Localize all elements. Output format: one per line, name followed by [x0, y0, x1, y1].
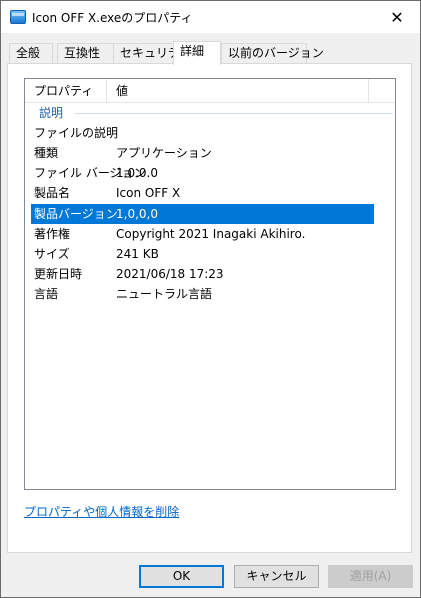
tab-compatibility[interactable]: 互換性 [57, 43, 115, 64]
property-value: 2021/06/18 17:23 [116, 267, 224, 281]
property-name: 製品名 [34, 186, 71, 200]
list-item[interactable]: 製品名 Icon OFF X [31, 183, 374, 203]
details-panel: プロパティ 値 説明 ファイルの説明 種類 アプリケーション ファイル バージョ… [7, 63, 412, 553]
window-title: Icon OFF X.exeのプロパティ [32, 11, 193, 25]
property-value: 241 KB [116, 247, 159, 261]
tab-previous-versions[interactable]: 以前のバージョン [221, 43, 324, 64]
list-item[interactable]: 言語 ニュートラル言語 [31, 284, 374, 304]
properties-window: Icon OFF X.exeのプロパティ ✕ 全般 互換性 セキュリティ 詳細 … [0, 0, 421, 598]
property-value: 1,0,0,0 [116, 207, 158, 221]
column-header-value[interactable]: 値 [107, 79, 369, 103]
details-list[interactable]: プロパティ 値 説明 ファイルの説明 種類 アプリケーション ファイル バージョ… [24, 78, 396, 490]
list-item[interactable]: ファイル バージョン 1.0.0.0 [31, 163, 374, 183]
cancel-button[interactable]: キャンセル [234, 565, 319, 588]
list-header: プロパティ 値 [25, 79, 395, 103]
property-name: 種類 [34, 146, 59, 160]
list-item[interactable]: サイズ 241 KB [31, 244, 374, 264]
property-name: 言語 [34, 287, 59, 301]
property-value: Copyright 2021 Inagaki Akihiro. [116, 227, 306, 241]
title-bar: Icon OFF X.exeのプロパティ ✕ [1, 1, 420, 33]
group-divider [75, 113, 393, 114]
property-name: サイズ [34, 247, 70, 261]
property-name: 製品バージョン [34, 207, 118, 221]
property-name: 著作権 [34, 227, 71, 241]
property-value: ニュートラル言語 [116, 287, 213, 301]
apply-button[interactable]: 適用(A) [328, 565, 413, 588]
property-name: 更新日時 [34, 267, 83, 281]
list-item[interactable]: 更新日時 2021/06/18 17:23 [31, 264, 374, 284]
property-value: 1.0.0.0 [116, 166, 158, 180]
column-header-property[interactable]: プロパティ [25, 79, 107, 103]
list-item[interactable]: 種類 アプリケーション [31, 143, 374, 163]
list-item-selected[interactable]: 製品バージョン 1,0,0,0 [31, 204, 374, 224]
tab-security[interactable]: セキュリティ [113, 43, 191, 64]
tab-details[interactable]: 詳細 [173, 41, 221, 65]
group-header-description: 説明 [39, 106, 64, 120]
tab-general[interactable]: 全般 [9, 43, 53, 64]
remove-properties-link[interactable]: プロパティや個人情報を削除 [24, 503, 179, 520]
list-item[interactable]: ファイルの説明 [31, 123, 374, 143]
tab-strip: 全般 互換性 セキュリティ 詳細 以前のバージョン [7, 41, 412, 65]
application-icon [10, 10, 26, 24]
property-name: ファイルの説明 [34, 126, 119, 140]
property-value: Icon OFF X [116, 186, 181, 200]
close-button[interactable]: ✕ [374, 1, 420, 33]
ok-button[interactable]: OK [139, 565, 224, 588]
list-item[interactable]: 著作権 Copyright 2021 Inagaki Akihiro. [31, 224, 374, 244]
property-value: アプリケーション [116, 146, 212, 160]
